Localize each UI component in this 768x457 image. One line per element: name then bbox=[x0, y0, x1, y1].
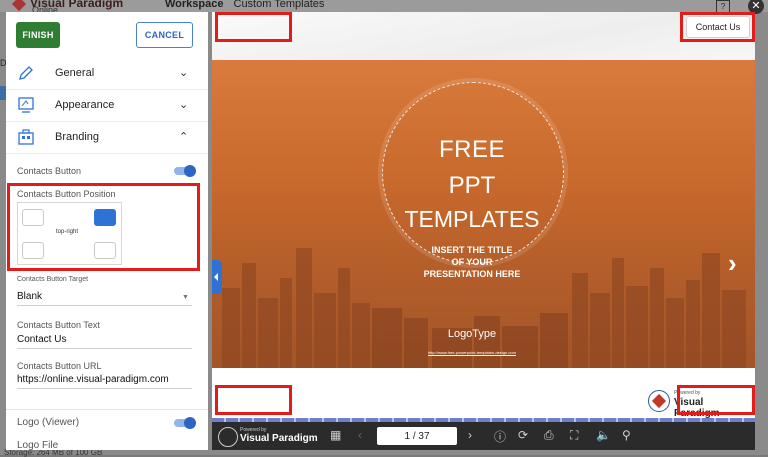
vp-diamond-icon bbox=[11, 0, 27, 11]
contacts-button-toggle[interactable] bbox=[174, 165, 196, 177]
slide-title-templates: TEMPLATES bbox=[404, 206, 540, 232]
highlight-top-left bbox=[215, 12, 292, 42]
section-branding[interactable]: Branding ⌃ bbox=[6, 121, 208, 154]
next-page-icon[interactable]: › bbox=[468, 428, 472, 442]
slide-header-swoosh bbox=[212, 12, 755, 62]
crumb-custom-templates[interactable]: Custom Templates bbox=[234, 0, 325, 10]
viewer-toolbar: Powered by Visual Paradigm ▦ ‹ 1 / 37 › … bbox=[212, 422, 755, 450]
logo-viewer-toggle[interactable] bbox=[174, 417, 196, 429]
text-label: Contacts Button Text bbox=[17, 320, 100, 330]
pencil-icon bbox=[19, 66, 33, 80]
dropdown-arrow-icon: ▼ bbox=[182, 294, 189, 301]
url-input[interactable]: https://online.visual-paradigm.com bbox=[17, 374, 192, 389]
page-indicator[interactable]: 1 / 37 bbox=[377, 427, 457, 445]
slide-title-ppt: PPT bbox=[448, 172, 496, 199]
section-general-label: General bbox=[55, 67, 95, 79]
collapse-panel-tab[interactable] bbox=[212, 260, 222, 294]
workspace-link[interactable]: Workspace bbox=[165, 0, 224, 10]
breadcrumb: Workspace Custom Templates bbox=[165, 0, 324, 10]
briefcase-icon bbox=[18, 129, 34, 145]
slide-canvas: FREE PPT TEMPLATES INSERT THE TITLE OF Y… bbox=[212, 60, 755, 368]
monitor-icon bbox=[18, 97, 34, 113]
slide-subtitle-line: PRESENTATION HERE bbox=[423, 269, 521, 279]
finish-button[interactable]: FINISH bbox=[16, 22, 60, 48]
chevron-up-icon: ⌃ bbox=[179, 131, 189, 143]
share-icon[interactable]: ⟳ bbox=[518, 428, 528, 442]
contacts-button-label: Contacts Button bbox=[17, 166, 82, 176]
panel-divider bbox=[6, 409, 208, 410]
toolbar-brand-name[interactable]: Visual Paradigm bbox=[240, 433, 318, 444]
highlight-bottom-right bbox=[677, 385, 755, 415]
slide-subtitle-line: OF YOUR bbox=[451, 257, 493, 267]
chevron-down-icon: ⌄ bbox=[179, 99, 189, 111]
slide-url[interactable]: http://www.free-powerpoint-templates-des… bbox=[372, 350, 572, 355]
text-input[interactable]: Contact Us bbox=[17, 334, 192, 349]
slide-title-free: FREE bbox=[438, 136, 505, 163]
highlight-position-picker bbox=[7, 183, 200, 271]
target-label: Contacts Button Target bbox=[17, 276, 89, 283]
slide-subtitle-line: INSERT THE TITLE bbox=[431, 245, 513, 255]
logo-viewer-label: Logo (Viewer) bbox=[17, 417, 80, 428]
section-branding-label: Branding bbox=[55, 131, 100, 143]
section-appearance[interactable]: Appearance ⌄ bbox=[6, 89, 208, 122]
search-icon[interactable]: ⚲ bbox=[622, 428, 631, 442]
logo-file-label: Logo File bbox=[17, 440, 59, 450]
vp-logo-icon bbox=[648, 390, 670, 412]
chevron-down-icon: ⌄ bbox=[179, 67, 189, 79]
print-icon[interactable]: ⎙ bbox=[544, 428, 554, 443]
highlight-top-right bbox=[680, 12, 755, 42]
cancel-button[interactable]: CANCEL bbox=[136, 22, 193, 48]
info-icon[interactable]: ⓘ bbox=[494, 428, 506, 445]
app-logo: Visual Paradigm bbox=[11, 0, 123, 11]
slide-subtitle: INSERT THE TITLE OF YOUR PRESENTATION HE… bbox=[402, 244, 542, 280]
audio-icon[interactable]: 🔈 bbox=[596, 428, 611, 442]
target-select[interactable]: Blank bbox=[17, 291, 192, 306]
prev-page-icon[interactable]: ‹ bbox=[358, 428, 362, 442]
section-appearance-label: Appearance bbox=[55, 99, 115, 111]
next-slide-arrow-icon[interactable]: › bbox=[728, 248, 737, 279]
highlight-bottom-left bbox=[215, 385, 292, 415]
section-general[interactable]: General ⌄ bbox=[6, 57, 208, 90]
url-label: Contacts Button URL bbox=[17, 361, 102, 371]
vp-logo-icon bbox=[218, 427, 238, 447]
slide-logotype: LogoType bbox=[447, 328, 497, 340]
presentation-viewer: FREE PPT TEMPLATES INSERT THE TITLE OF Y… bbox=[212, 12, 755, 450]
grid-view-icon[interactable]: ▦ bbox=[330, 428, 341, 442]
fullscreen-icon[interactable]: ⛶ bbox=[570, 428, 578, 443]
